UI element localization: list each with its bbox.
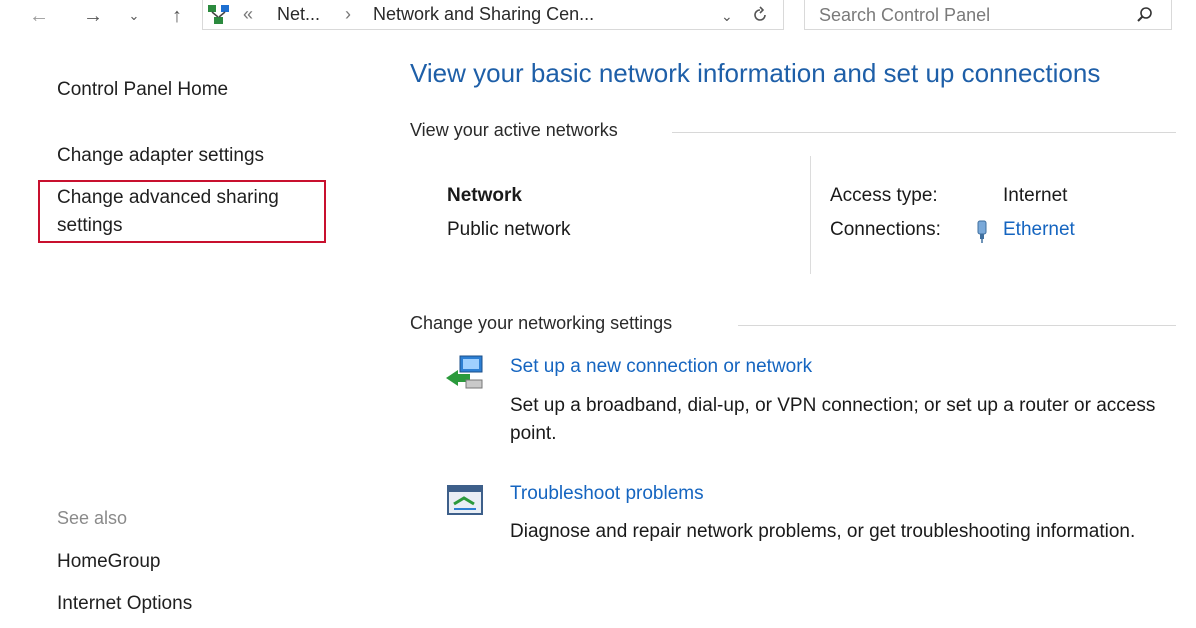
breadcrumb-network-sharing-center[interactable]: Network and Sharing Cen... [373, 4, 594, 25]
access-type-value: Internet [1003, 185, 1068, 206]
internet-options-link[interactable]: Internet Options [57, 590, 192, 618]
back-arrow-icon[interactable]: ← [26, 2, 52, 30]
forward-arrow-icon[interactable]: → [80, 2, 106, 30]
ethernet-icon [977, 220, 987, 243]
ethernet-connection-link[interactable]: Ethernet [1003, 219, 1075, 241]
troubleshoot-icon [447, 485, 483, 515]
recent-locations-chevron-down-icon[interactable]: ⌄ [124, 2, 144, 30]
control-panel-home-link[interactable]: Control Panel Home [57, 76, 228, 104]
section-divider [738, 325, 1176, 326]
search-icon[interactable] [1135, 5, 1155, 25]
network-name: Network [447, 185, 522, 206]
troubleshoot-problems-link[interactable]: Troubleshoot problems [510, 483, 704, 505]
section-divider [672, 132, 1176, 133]
network-location-icon [208, 5, 229, 24]
access-type-label: Access type: [830, 185, 938, 206]
search-box[interactable] [804, 0, 1172, 30]
change-adapter-settings-link[interactable]: Change adapter settings [57, 142, 264, 170]
network-type: Public network [447, 219, 571, 240]
breadcrumb-separator-icon[interactable]: › [345, 4, 351, 25]
page-title: View your basic network information and … [410, 58, 1101, 88]
connections-label: Connections: [830, 219, 941, 240]
see-also-label: See also [57, 508, 128, 528]
search-input[interactable] [819, 3, 1119, 27]
breadcrumb-network[interactable]: Net... [277, 4, 320, 25]
network-info-divider [810, 156, 811, 274]
homegroup-link[interactable]: HomeGroup [57, 548, 161, 576]
active-networks-heading: View your active networks [410, 120, 618, 140]
address-bar[interactable]: « Net... › Network and Sharing Cen... ⌄ [202, 0, 784, 30]
up-arrow-icon[interactable]: ↑ [164, 2, 190, 30]
new-connection-icon [446, 355, 483, 389]
troubleshoot-problems-description: Diagnose and repair network problems, or… [510, 521, 1136, 542]
address-overflow-icon[interactable]: « [243, 4, 253, 25]
setup-new-connection-description: Set up a broadband, dial-up, or VPN conn… [510, 395, 1156, 444]
highlight-annotation-box [38, 180, 326, 243]
address-dropdown-chevron-down-icon[interactable]: ⌄ [721, 8, 733, 25]
setup-new-connection-link[interactable]: Set up a new connection or network [510, 356, 812, 378]
refresh-icon[interactable] [751, 6, 769, 24]
networking-settings-heading: Change your networking settings [410, 313, 673, 333]
